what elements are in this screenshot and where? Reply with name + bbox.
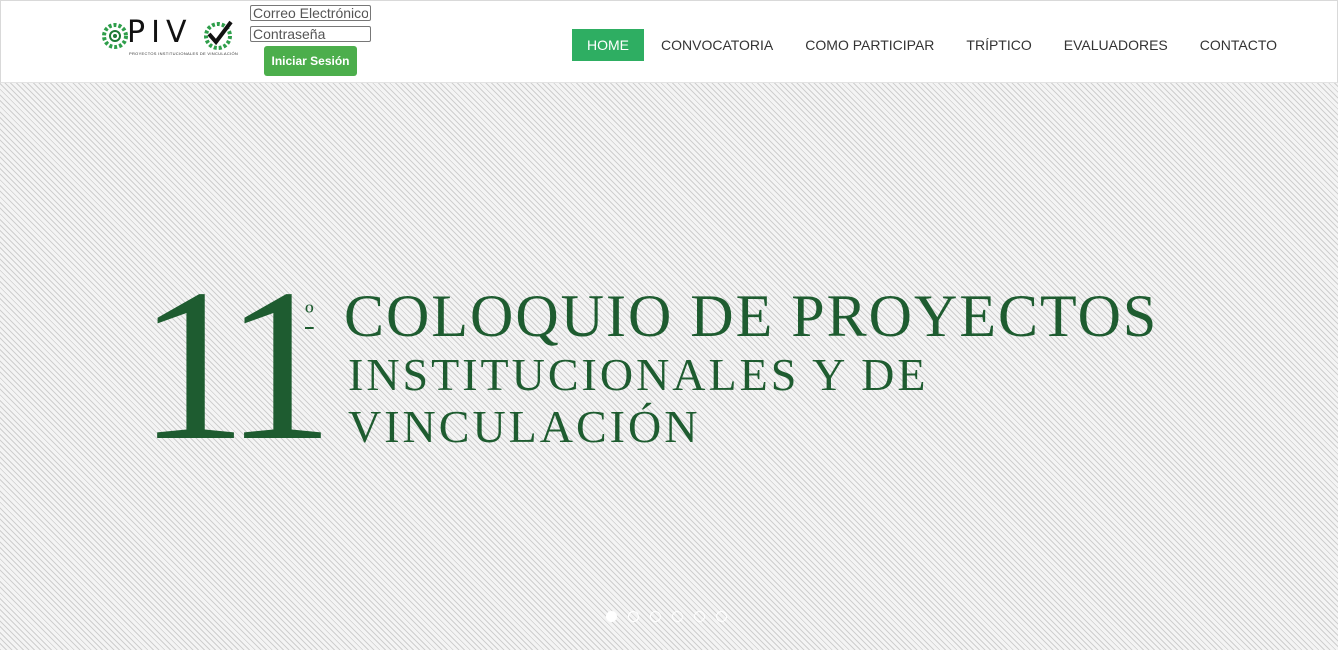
slider-pagination xyxy=(606,611,738,622)
email-field[interactable] xyxy=(250,5,371,21)
hero-ordinal-mark: º xyxy=(305,299,314,330)
slider-dot-5[interactable] xyxy=(694,611,705,622)
slider-dot-6[interactable] xyxy=(716,611,727,622)
hero-slider: 11 º COLOQUIO DE PROYECTOS INSTITUCIONAL… xyxy=(0,83,1338,650)
piv-logo[interactable]: PIV PROYECTOS INSTITUCIONALES DE VINCULA… xyxy=(101,15,239,58)
slider-dot-3[interactable] xyxy=(650,611,661,622)
nav-item-triptico[interactable]: TRÍPTICO xyxy=(951,29,1046,61)
hero-title-line-3: VINCULACIÓN xyxy=(348,401,701,452)
site-header: PIV PROYECTOS INSTITUCIONALES DE VINCULA… xyxy=(0,0,1338,83)
hero-title-line-2: INSTITUCIONALES Y DE xyxy=(348,349,929,400)
hero-title-line-1: COLOQUIO DE PROYECTOS xyxy=(344,283,1159,349)
nav-item-evaluadores[interactable]: EVALUADORES xyxy=(1049,29,1183,61)
login-button[interactable]: Iniciar Sesión xyxy=(264,46,357,76)
slider-dot-4[interactable] xyxy=(672,611,683,622)
nav-item-home[interactable]: HOME xyxy=(572,29,644,61)
login-form: Iniciar Sesión xyxy=(250,5,371,76)
hero-edition-number: 11 xyxy=(138,245,334,486)
slider-dot-2[interactable] xyxy=(628,611,639,622)
logo-check-gear-icon xyxy=(204,20,233,50)
logo-tagline: PROYECTOS INSTITUCIONALES DE VINCULACIÓN xyxy=(129,51,239,56)
password-field[interactable] xyxy=(250,26,371,42)
nav-item-como-participar[interactable]: COMO PARTICIPAR xyxy=(790,29,949,61)
logo-wordmark: PIV xyxy=(127,15,193,50)
slider-dot-1[interactable] xyxy=(606,611,617,622)
main-nav: HOME CONVOCATORIA COMO PARTICIPAR TRÍPTI… xyxy=(572,29,1294,61)
nav-item-contacto[interactable]: CONTACTO xyxy=(1185,29,1292,61)
nav-item-convocatoria[interactable]: CONVOCATORIA xyxy=(646,29,788,61)
